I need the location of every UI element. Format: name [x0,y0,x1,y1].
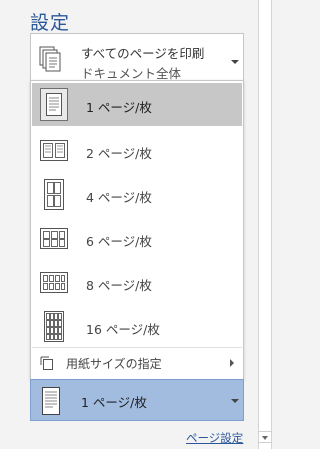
menu-item-label: 16 ページ/枚 [86,322,160,337]
settings-title: 設定 [30,12,71,34]
pages-per-sheet-menu: 1 ページ/枚 2 ページ/枚 4 ページ/枚 6 ページ/枚 8 ページ/枚 … [30,80,244,380]
pages-6-icon [40,228,68,249]
menu-item-6-pages[interactable]: 6 ページ/枚 [32,217,242,260]
pages-4-icon [44,179,64,210]
chevron-down-icon [231,399,239,403]
pages-8-icon [40,272,68,293]
page-setup-link[interactable]: ページ設定 [186,430,243,446]
pages-2-icon [40,140,68,161]
menu-item-label: 8 ページ/枚 [86,278,152,293]
menu-item-label: 2 ページ/枚 [86,146,152,161]
menu-item-8-pages[interactable]: 8 ページ/枚 [32,261,242,304]
multi-page-icon [39,46,61,72]
print-pages-select[interactable]: すべてのページを印刷 ドキュメント全体 [30,33,244,83]
scroll-down-button[interactable] [259,431,271,443]
vertical-scrollbar[interactable] [258,0,272,449]
chevron-down-icon [231,60,239,64]
pages-per-sheet-value: 1 ページ/枚 [81,395,147,410]
scale-to-paper-size-label: 用紙サイズの指定 [66,357,162,371]
scale-to-paper-size-item[interactable]: 用紙サイズの指定 [32,348,242,378]
print-pages-label: すべてのページを印刷 [81,46,205,61]
chevron-right-icon [230,359,234,367]
menu-item-2-pages[interactable]: 2 ページ/枚 [32,129,242,172]
menu-item-label: 1 ページ/枚 [86,100,152,115]
paper-size-icon [40,356,53,370]
pages-1-icon [40,88,68,121]
menu-item-4-pages[interactable]: 4 ページ/枚 [32,173,242,216]
menu-item-16-pages[interactable]: 16 ページ/枚 [32,305,242,348]
pages-16-icon [44,311,64,342]
menu-item-label: 6 ページ/枚 [86,234,152,249]
menu-item-1-page[interactable]: 1 ページ/枚 [32,83,242,126]
menu-item-label: 4 ページ/枚 [86,190,152,205]
pages-1-icon [42,387,60,415]
pages-per-sheet-select[interactable]: 1 ページ/枚 [30,379,244,421]
